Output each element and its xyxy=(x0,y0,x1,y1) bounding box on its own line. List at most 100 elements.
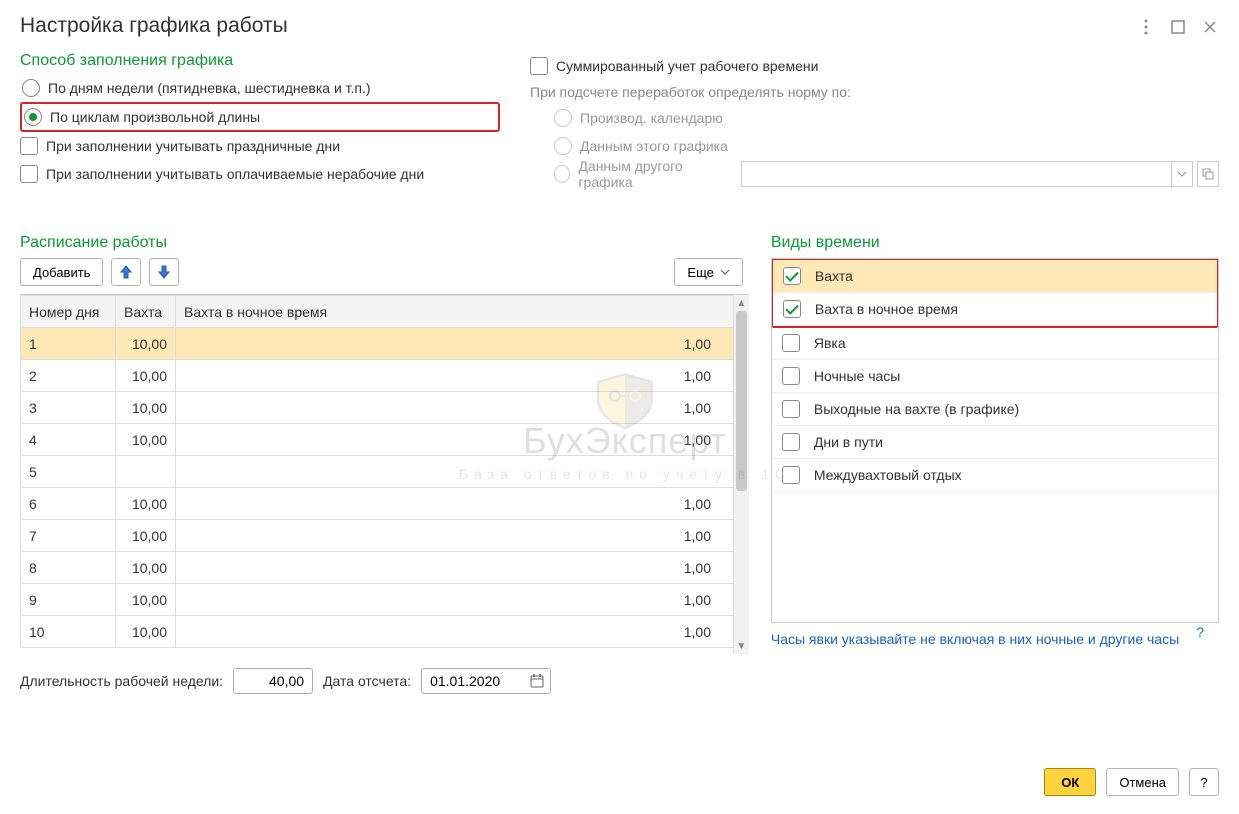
method-heading: Способ заполнения графика xyxy=(20,52,500,70)
scroll-up-icon[interactable]: ▲ xyxy=(734,295,749,311)
cell-day[interactable]: 10 xyxy=(21,616,116,648)
cell-night[interactable]: 1,00 xyxy=(176,520,742,552)
scroll-thumb[interactable] xyxy=(736,311,747,491)
checkbox[interactable] xyxy=(782,466,800,484)
week-length-label: Длительность рабочей недели: xyxy=(20,673,223,689)
cell-shift[interactable]: 10,00 xyxy=(116,328,176,360)
table-row[interactable]: 3 10,00 1,00 xyxy=(21,392,742,424)
type-item[interactable]: Дни в пути xyxy=(772,426,1218,459)
radio-cycle[interactable]: По циклам произвольной длины xyxy=(20,102,500,132)
week-length-input[interactable] xyxy=(233,668,313,694)
cell-night[interactable]: 1,00 xyxy=(176,360,742,392)
table-row[interactable]: 2 10,00 1,00 xyxy=(21,360,742,392)
cell-day[interactable]: 8 xyxy=(21,552,116,584)
ok-button[interactable]: ОК xyxy=(1044,768,1096,796)
checkbox[interactable] xyxy=(783,300,801,318)
cell-shift[interactable]: 10,00 xyxy=(116,552,176,584)
other-schedule-input xyxy=(741,161,1171,187)
check-summed[interactable]: Суммированный учет рабочего времени xyxy=(530,52,1219,80)
table-row[interactable]: 4 10,00 1,00 xyxy=(21,424,742,456)
check-paid-nonwork-label: При заполнении учитывать оплачиваемые не… xyxy=(46,166,424,182)
cell-night[interactable]: 1,00 xyxy=(176,584,742,616)
scroll-down-icon[interactable]: ▼ xyxy=(734,638,749,654)
checkbox[interactable] xyxy=(782,433,800,451)
radio-prod-calendar-label: Производ. календарю xyxy=(580,110,723,126)
close-icon[interactable] xyxy=(1201,18,1219,36)
table-row[interactable]: 8 10,00 1,00 xyxy=(21,552,742,584)
overtime-hint: При подсчете переработок определять норм… xyxy=(530,84,1219,100)
cell-night[interactable] xyxy=(176,456,742,488)
table-row[interactable]: 9 10,00 1,00 xyxy=(21,584,742,616)
help-button[interactable]: ? xyxy=(1189,768,1219,796)
type-item[interactable]: Ночные часы xyxy=(772,360,1218,393)
checkbox[interactable] xyxy=(782,334,800,352)
cell-night[interactable]: 1,00 xyxy=(176,552,742,584)
move-up-button[interactable] xyxy=(111,258,141,286)
col-shift[interactable]: Вахта xyxy=(116,296,176,328)
move-down-button[interactable] xyxy=(149,258,179,286)
type-item[interactable]: Явка xyxy=(772,327,1218,360)
cell-day[interactable]: 9 xyxy=(21,584,116,616)
table-row[interactable]: 6 10,00 1,00 xyxy=(21,488,742,520)
radio-cycle-label: По циклам произвольной длины xyxy=(50,109,260,125)
table-row[interactable]: 10 10,00 1,00 xyxy=(21,616,742,648)
cell-day[interactable]: 1 xyxy=(21,328,116,360)
cancel-button[interactable]: Отмена xyxy=(1106,768,1179,796)
cell-shift[interactable]: 10,00 xyxy=(116,488,176,520)
check-paid-nonwork[interactable]: При заполнении учитывать оплачиваемые не… xyxy=(20,160,500,188)
cell-day[interactable]: 2 xyxy=(21,360,116,392)
add-button[interactable]: Добавить xyxy=(20,258,103,286)
table-row[interactable]: 5 xyxy=(21,456,742,488)
cell-shift[interactable]: 10,00 xyxy=(116,616,176,648)
checkbox[interactable] xyxy=(782,367,800,385)
cell-day[interactable]: 3 xyxy=(21,392,116,424)
dialog-title: Настройка графика работы xyxy=(20,14,1219,38)
calendar-icon[interactable] xyxy=(527,671,547,691)
cell-day[interactable]: 4 xyxy=(21,424,116,456)
schedule-heading: Расписание работы xyxy=(20,234,749,252)
cell-shift[interactable]: 10,00 xyxy=(116,584,176,616)
type-label: Вахта в ночное время xyxy=(815,301,958,317)
radio-weekday[interactable]: По дням недели (пятидневка, шестидневка … xyxy=(20,74,500,102)
cell-shift[interactable]: 10,00 xyxy=(116,360,176,392)
col-day[interactable]: Номер дня xyxy=(21,296,116,328)
type-item[interactable]: Выходные на вахте (в графике) xyxy=(772,393,1218,426)
table-row[interactable]: 1 10,00 1,00 xyxy=(21,328,742,360)
more-button[interactable]: Еще xyxy=(674,258,742,286)
type-item[interactable]: Вахта xyxy=(773,260,1217,293)
start-date-label: Дата отсчета: xyxy=(323,673,411,689)
radio-this-schedule-label: Данным этого графика xyxy=(580,138,728,154)
cell-night[interactable]: 1,00 xyxy=(176,424,742,456)
checkbox[interactable] xyxy=(782,400,800,418)
type-label: Явка xyxy=(814,335,846,351)
help-icon[interactable]: ? xyxy=(1191,623,1209,641)
radio-prod-calendar: Производ. календарю xyxy=(552,104,1219,132)
type-item[interactable]: Вахта в ночное время xyxy=(773,293,1217,326)
radio-this-schedule: Данным этого графика xyxy=(552,132,1219,160)
checkbox[interactable] xyxy=(783,267,801,285)
schedule-table[interactable]: Номер дня Вахта Вахта в ночное время 1 1… xyxy=(20,295,742,648)
cell-night[interactable]: 1,00 xyxy=(176,392,742,424)
cell-day[interactable]: 6 xyxy=(21,488,116,520)
cell-shift[interactable] xyxy=(116,456,176,488)
check-holidays-label: При заполнении учитывать праздничные дни xyxy=(46,138,340,154)
cell-shift[interactable]: 10,00 xyxy=(116,424,176,456)
type-label: Ночные часы xyxy=(814,368,901,384)
cell-day[interactable]: 7 xyxy=(21,520,116,552)
table-row[interactable]: 7 10,00 1,00 xyxy=(21,520,742,552)
cell-shift[interactable]: 10,00 xyxy=(116,392,176,424)
types-heading: Виды времени xyxy=(771,234,1219,252)
type-label: Междувахтовый отдых xyxy=(814,467,962,483)
cell-night[interactable]: 1,00 xyxy=(176,616,742,648)
col-night[interactable]: Вахта в ночное время xyxy=(176,296,742,328)
kebab-icon[interactable] xyxy=(1137,18,1155,36)
maximize-icon[interactable] xyxy=(1169,18,1187,36)
type-label: Вахта xyxy=(815,268,853,284)
cell-day[interactable]: 5 xyxy=(21,456,116,488)
cell-night[interactable]: 1,00 xyxy=(176,328,742,360)
type-item[interactable]: Междувахтовый отдых xyxy=(772,459,1218,492)
cell-night[interactable]: 1,00 xyxy=(176,488,742,520)
cell-shift[interactable]: 10,00 xyxy=(116,520,176,552)
check-holidays[interactable]: При заполнении учитывать праздничные дни xyxy=(20,132,500,160)
scrollbar[interactable]: ▲ ▼ xyxy=(733,295,749,654)
